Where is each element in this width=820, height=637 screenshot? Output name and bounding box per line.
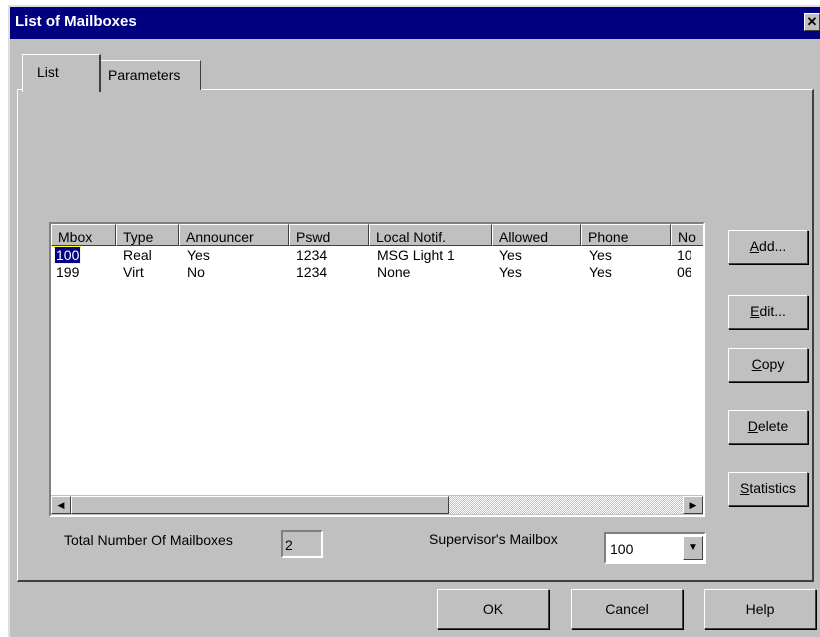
column-header-allowed[interactable]: Allowed bbox=[492, 224, 581, 246]
cell-allowed: Yes bbox=[499, 264, 522, 280]
close-icon[interactable]: ✕ bbox=[804, 13, 820, 31]
tab-parameters[interactable]: Parameters bbox=[99, 60, 201, 90]
total-mailboxes-value: 2 bbox=[285, 537, 293, 553]
table-row[interactable]: 199 Virt No 1234 None Yes Yes 06 bbox=[51, 264, 703, 281]
column-header-pswd[interactable]: Pswd bbox=[289, 224, 369, 246]
cell-pswd: 1234 bbox=[296, 264, 328, 280]
copy-button-mnemonic: C bbox=[751, 356, 762, 372]
cell-allowed: Yes bbox=[499, 247, 522, 263]
title-bar: List of Mailboxes ✕ bbox=[10, 7, 820, 39]
column-header-type[interactable]: Type bbox=[116, 224, 179, 246]
total-mailboxes-field: 2 bbox=[281, 530, 323, 558]
cancel-button[interactable]: Cancel bbox=[571, 589, 683, 629]
arrow-right-icon[interactable]: ▶ bbox=[683, 496, 703, 514]
copy-button-label: opy bbox=[761, 356, 785, 372]
cell-no: 06 bbox=[677, 264, 691, 280]
window-title: List of Mailboxes bbox=[15, 13, 137, 30]
add-button-label: dd... bbox=[759, 238, 787, 254]
total-mailboxes-label: Total Number Of Mailboxes bbox=[64, 532, 233, 548]
scrollbar-thumb[interactable] bbox=[71, 496, 449, 514]
delete-button-mnemonic: D bbox=[747, 418, 758, 434]
tab-parameters-label: Parameters bbox=[108, 67, 181, 83]
tab-list[interactable]: List bbox=[22, 54, 101, 92]
cell-local-notif: None bbox=[377, 264, 411, 280]
mailbox-list[interactable]: Mbox Type Announcer Pswd Local Notif. Al… bbox=[49, 222, 705, 517]
add-button[interactable]: Add... bbox=[728, 230, 808, 264]
ok-button[interactable]: OK bbox=[437, 589, 549, 629]
cell-no: 10 bbox=[677, 247, 691, 263]
column-header-mbox[interactable]: Mbox bbox=[51, 224, 116, 246]
cell-announcer: No bbox=[187, 264, 205, 280]
statistics-button[interactable]: Statistics bbox=[728, 472, 808, 506]
edit-button-label: dit... bbox=[759, 303, 786, 319]
cell-mbox: 100 bbox=[53, 246, 82, 264]
edit-button[interactable]: Edit... bbox=[728, 295, 808, 329]
column-header-no[interactable]: No bbox=[671, 224, 703, 246]
delete-button[interactable]: Delete bbox=[728, 410, 808, 444]
supervisor-mailbox-select[interactable]: 100 ▼ bbox=[604, 532, 706, 564]
cell-pswd: 1234 bbox=[296, 247, 328, 263]
horizontal-scrollbar[interactable]: ◀ ▶ bbox=[51, 495, 703, 515]
cell-type: Virt bbox=[123, 264, 144, 280]
statistics-button-label: tatistics bbox=[749, 480, 797, 496]
add-button-mnemonic: A bbox=[749, 238, 760, 254]
column-header-local-notif[interactable]: Local Notif. bbox=[369, 224, 492, 246]
supervisor-mailbox-value: 100 bbox=[610, 541, 634, 557]
supervisor-mailbox-label: Supervisor's Mailbox bbox=[429, 531, 558, 547]
cell-mbox: 199 bbox=[56, 264, 80, 280]
cell-type: Real bbox=[123, 247, 152, 263]
arrow-left-icon[interactable]: ◀ bbox=[51, 496, 71, 514]
chevron-down-icon[interactable]: ▼ bbox=[683, 536, 703, 560]
statistics-button-mnemonic: S bbox=[739, 480, 750, 496]
cell-local-notif: MSG Light 1 bbox=[377, 247, 455, 263]
delete-button-label: elete bbox=[757, 418, 789, 434]
mailbox-list-dialog: List of Mailboxes ✕ List Parameters Mbox… bbox=[8, 5, 820, 637]
column-header-announcer[interactable]: Announcer bbox=[179, 224, 289, 246]
copy-button[interactable]: Copy bbox=[728, 348, 808, 382]
help-button[interactable]: Help bbox=[704, 589, 816, 629]
column-header-phone[interactable]: Phone bbox=[581, 224, 671, 246]
cell-phone: Yes bbox=[589, 247, 612, 263]
cell-announcer: Yes bbox=[187, 247, 210, 263]
tab-list-label: List bbox=[37, 64, 59, 80]
cell-phone: Yes bbox=[589, 264, 612, 280]
table-row[interactable]: 100 Real Yes 1234 MSG Light 1 Yes Yes 10 bbox=[51, 246, 703, 264]
